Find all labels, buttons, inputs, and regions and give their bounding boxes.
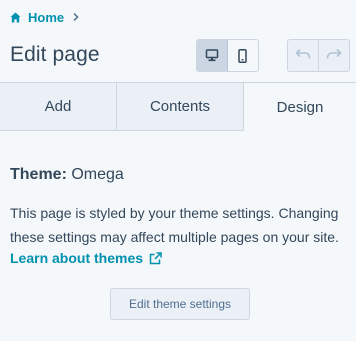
learn-link-label: Learn about themes [10,250,144,266]
panel-tabs: Add Contents Design [0,82,356,131]
undo-button[interactable] [288,40,319,71]
theme-info: Theme: Omega [10,166,124,184]
breadcrumb[interactable]: Home [10,9,80,25]
undo-icon [295,47,311,65]
desktop-preview-button[interactable] [197,40,228,71]
theme-name: Omega [71,166,124,183]
page-title: Edit page [10,43,100,66]
desktop-icon [205,49,219,62]
chevron-right-icon [72,12,80,22]
redo-icon [326,47,342,65]
theme-label: Theme: [10,166,67,183]
history-controls [287,39,350,72]
home-icon [10,12,21,23]
learn-about-themes-link[interactable]: Learn about themes [10,250,162,266]
editor-sidebar: Home Edit page Add Contents Design Theme… [0,0,356,341]
theme-description: This page is styled by your theme settin… [10,205,339,245]
mobile-icon [238,48,247,63]
external-link-icon [149,251,162,265]
edit-theme-settings-button[interactable]: Edit theme settings [110,288,250,320]
mobile-preview-button[interactable] [228,40,258,71]
design-panel: Theme: Omega This page is styled by your… [0,131,356,341]
tab-design[interactable]: Design [244,82,356,131]
breadcrumb-home-link[interactable]: Home [28,10,64,25]
tab-add[interactable]: Add [0,82,117,131]
device-preview-toggle [196,39,259,72]
editor-header: Home Edit page [0,0,356,82]
tab-contents[interactable]: Contents [117,82,244,131]
redo-button[interactable] [319,40,349,71]
